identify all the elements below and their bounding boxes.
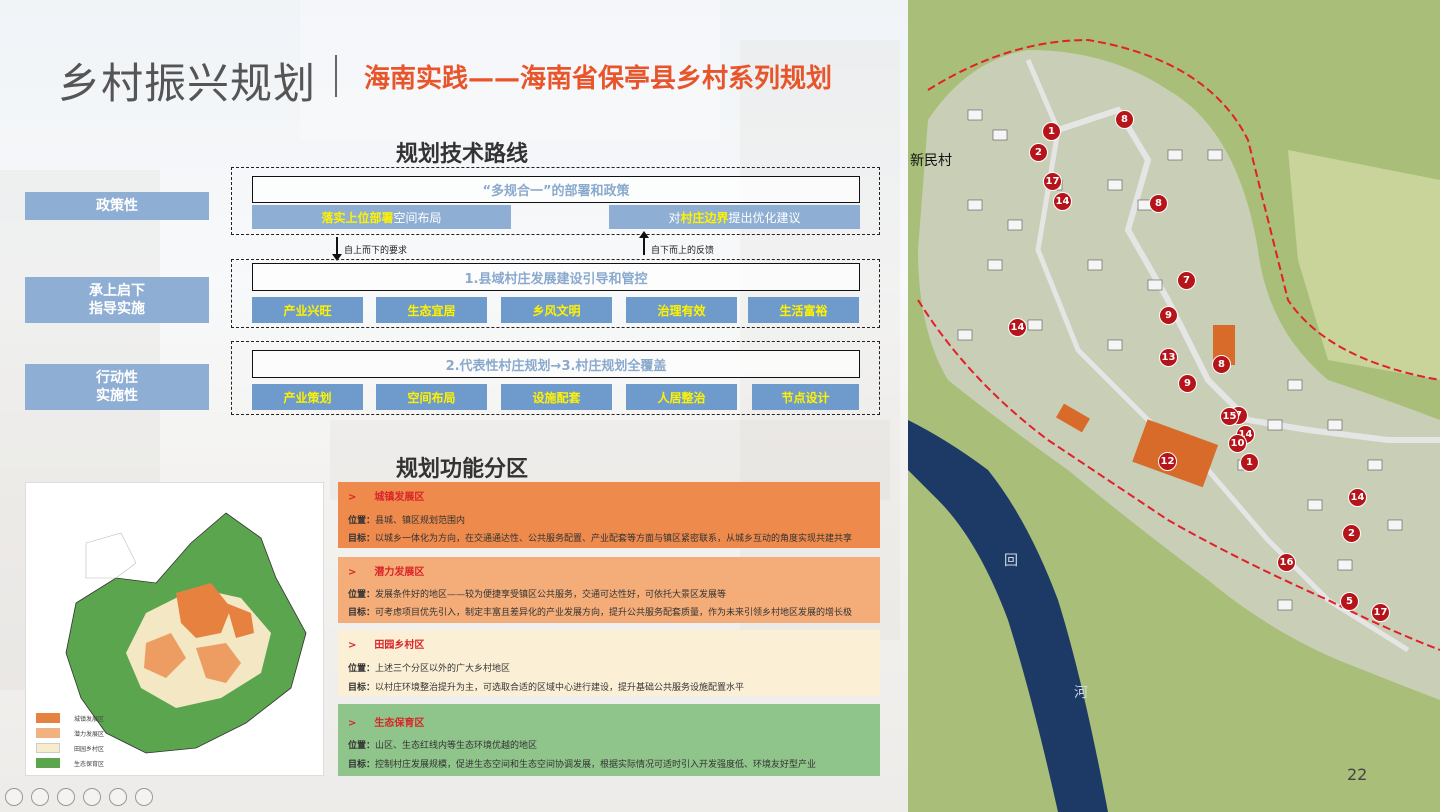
legend-eco: 生态保育区 (36, 758, 104, 768)
arrow-down-icon (333, 237, 341, 261)
village-name-label: 新民村 (910, 153, 952, 169)
slideshow-toolbar (5, 788, 153, 806)
county-zone-map: 城镇发展区 潜力发展区 田园乡村区 生态保育区 (25, 482, 324, 776)
zone-eco-goal: 目标：控制村庄发展规模，促进生态空间和生态空间协调发展，根据实际情况可适时引入开… (348, 760, 817, 770)
map-marker: 12 (1158, 452, 1177, 471)
side-label-policy: 政策性 (25, 192, 209, 220)
zone-card-potential: > 潜力发展区 位置：发展条件好的地区——较为便捷享受镇区公共服务，交通可达性好，… (338, 557, 880, 623)
site-plan-graphic (908, 0, 1440, 812)
map-marker: 8 (1115, 110, 1134, 129)
zone-potential-goal: 目标：可考虑项目优先引入，制定丰富且差异化的产业发展方向，提升公共服务配套质量，… (348, 608, 853, 618)
zone-rural-location: 位置：上述三个分区以外的广大乡村地区 (348, 664, 511, 674)
policy-right-pre: 对 (668, 210, 681, 225)
action-top-bar: 2.代表性村庄规划→3.村庄规划全覆盖 (252, 350, 860, 378)
river-label-2: 河 (1074, 685, 1088, 701)
title-separator (335, 55, 337, 97)
map-marker: 9 (1178, 374, 1197, 393)
side-label-action: 行动性 实施性 (25, 364, 209, 410)
policy-left-rest: 空间布局 (393, 210, 442, 225)
policy-right-bar: 对村庄边界 提出优化建议 (609, 205, 860, 229)
map-marker: 2 (1029, 143, 1048, 162)
action-pill-5: 节点设计 (752, 384, 859, 410)
policy-right-bold: 村庄边界 (680, 210, 729, 225)
side-label-guide: 承上启下 指导实施 (25, 277, 209, 323)
zone-card-eco: > 生态保育区 位置：山区、生态红线内等生态环境优越的地区 目标：控制村庄发展规模… (338, 704, 880, 776)
map-marker: 1 (1240, 453, 1259, 472)
zone-card-rural: > 田园乡村区 位置：上述三个分区以外的广大乡村地区 目标：以村庄环境整治提升为主… (338, 630, 880, 696)
more-icon[interactable] (135, 788, 153, 806)
pen-icon[interactable] (57, 788, 75, 806)
legend-potential: 潜力发展区 (36, 728, 104, 738)
slides-icon[interactable] (83, 788, 101, 806)
map-marker: 10 (1228, 434, 1247, 453)
chevron-right-icon: > (348, 567, 357, 578)
chevron-right-icon: > (348, 640, 357, 651)
chevron-right-icon: > (348, 718, 357, 729)
guide-pill-1: 产业兴旺 (252, 297, 363, 323)
arrow-down-text: 自上而下的要求 (344, 246, 408, 256)
zone-rural-goal: 目标：以村庄环境整治提升为主，可选取合适的区域中心进行建设，提升基础公共服务设施… (348, 683, 745, 693)
chevron-right-icon: > (348, 492, 357, 503)
guide-pill-4: 治理有效 (626, 297, 737, 323)
action-pill-4: 人居整治 (626, 384, 737, 410)
guide-pill-5: 生活富裕 (748, 297, 859, 323)
map-marker: 2 (1342, 524, 1361, 543)
page-number: 22 (1347, 765, 1368, 784)
policy-top-bar: “多规合一”的部署和政策 (252, 176, 860, 203)
zone-town-goal: 目标：以城乡一体化为方向，在交通通达性、公共服务配置、产业配套等方面与镇区紧密联… (348, 534, 853, 544)
policy-left-bold: 落实上位部署 (321, 210, 394, 225)
arrow-up-icon (640, 231, 648, 255)
village-site-plan: 新民村 回 河 1 2 17 14 8 8 8 7 9 14 13 9 7 15… (908, 0, 1440, 812)
zone-potential-location: 位置：发展条件好的地区——较为便捷享受镇区公共服务，交通可达性好，可依托大景区发… (348, 590, 727, 600)
map-marker: 7 (1177, 271, 1196, 290)
guide-pill-3: 乡风文明 (501, 297, 612, 323)
zone-title-town: > 城镇发展区 (348, 492, 425, 503)
zone-title-rural: > 田园乡村区 (348, 640, 425, 651)
legend-rural: 田园乡村区 (36, 743, 104, 753)
map-marker: 14 (1008, 318, 1027, 337)
zone-town-location: 位置：县城、镇区规划范围内 (348, 516, 466, 526)
river-label-1: 回 (1004, 553, 1018, 569)
legend-town: 城镇发展区 (36, 713, 104, 723)
action-pill-3: 设施配套 (501, 384, 612, 410)
action-pill-1: 产业策划 (252, 384, 363, 410)
map-marker: 16 (1277, 553, 1296, 572)
map-marker: 8 (1212, 355, 1231, 374)
zone-title-potential: > 潜力发展区 (348, 567, 425, 578)
next-slide-icon[interactable] (31, 788, 49, 806)
map-marker: 5 (1340, 592, 1359, 611)
map-marker: 8 (1149, 194, 1168, 213)
zone-eco-location: 位置：山区、生态红线内等生态环境优越的地区 (348, 741, 538, 751)
prev-slide-icon[interactable] (5, 788, 23, 806)
zone-title-eco: > 生态保育区 (348, 718, 425, 729)
page-title: 乡村振兴规划 (58, 59, 317, 108)
guide-pill-2: 生态宜居 (376, 297, 487, 323)
map-marker: 9 (1159, 306, 1178, 325)
map-marker: 17 (1371, 603, 1390, 622)
page-subtitle: 海南实践——海南省保亭县乡村系列规划 (364, 64, 833, 94)
map-marker: 1 (1042, 122, 1061, 141)
map-marker: 13 (1159, 348, 1178, 367)
map-marker: 15 (1220, 407, 1239, 426)
policy-left-bar: 落实上位部署 空间布局 (252, 205, 511, 229)
map-marker: 14 (1348, 488, 1367, 507)
policy-right-rest: 提出优化建议 (728, 210, 801, 225)
function-zones-heading: 规划功能分区 (396, 457, 529, 482)
map-marker: 14 (1053, 192, 1072, 211)
zone-card-town: > 城镇发展区 位置：县城、镇区规划范围内 目标：以城乡一体化为方向，在交通通达性… (338, 482, 880, 548)
action-pill-2: 空间布局 (376, 384, 487, 410)
tech-route-heading: 规划技术路线 (396, 142, 529, 167)
zoom-icon[interactable] (109, 788, 127, 806)
map-marker: 17 (1043, 172, 1062, 191)
guide-top-bar: 1.县域村庄发展建设引导和管控 (252, 263, 860, 291)
arrow-up-text: 自下而上的反馈 (651, 246, 715, 256)
